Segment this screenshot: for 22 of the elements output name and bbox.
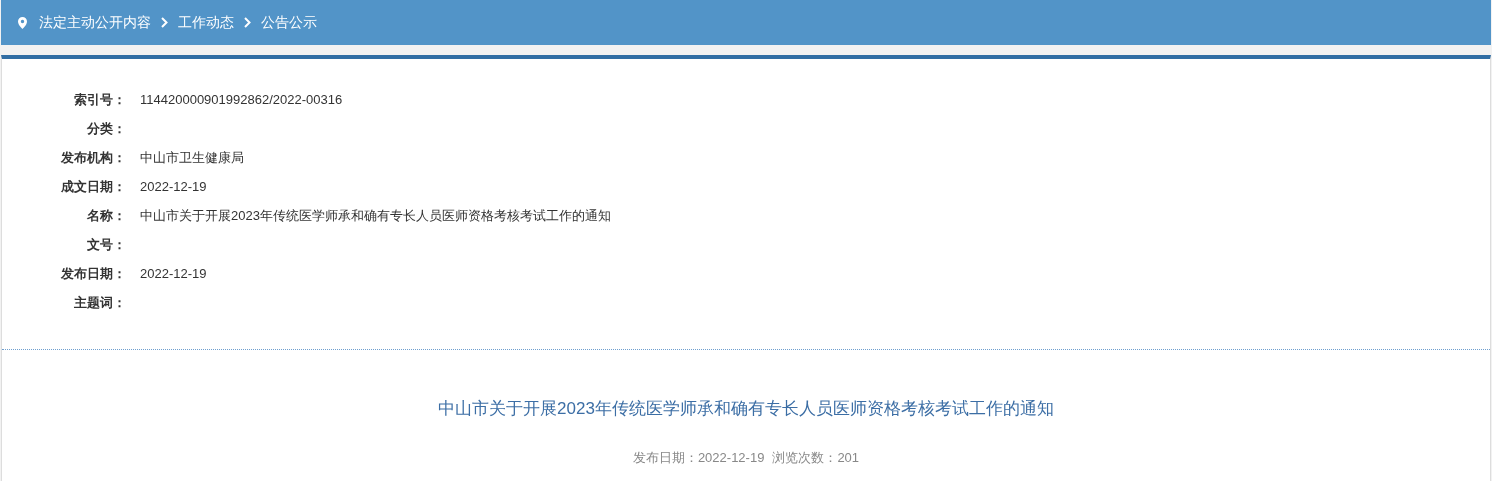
field-label: 发布机构： bbox=[60, 148, 126, 167]
chevron-right-icon bbox=[244, 17, 251, 28]
field-value: 114420000901992862/2022-00316 bbox=[140, 90, 343, 109]
field-label: 发布日期： bbox=[60, 264, 126, 283]
field-value: 中山市关于开展2023年传统医学师承和确有专长人员医师资格考核考试工作的通知 bbox=[140, 206, 611, 225]
field-label: 文号： bbox=[86, 235, 126, 254]
field-label: 主题词： bbox=[73, 293, 126, 312]
article-title: 中山市关于开展2023年传统医学师承和确有专长人员医师资格考核考试工作的通知 bbox=[438, 398, 1054, 420]
breadcrumb-link[interactable]: 公告公示 bbox=[261, 12, 317, 33]
location-pin-icon bbox=[18, 16, 27, 29]
breadcrumb-link[interactable]: 工作动态 bbox=[178, 12, 234, 33]
field-value: 中山市卫生健康局 bbox=[140, 148, 244, 167]
field-label: 索引号： bbox=[73, 90, 126, 109]
field-label: 名称： bbox=[86, 206, 126, 225]
field-label: 分类： bbox=[86, 119, 126, 138]
field-value: 2022-12-19 bbox=[140, 264, 207, 283]
breadcrumb-link[interactable]: 法定主动公开内容 bbox=[39, 12, 151, 33]
chevron-right-icon bbox=[161, 17, 168, 28]
article-meta: 浏览次数：201 bbox=[772, 448, 860, 467]
field-label: 成文日期： bbox=[60, 177, 126, 196]
article-meta: 发布日期：2022-12-19 bbox=[632, 448, 765, 467]
field-value: 2022-12-19 bbox=[140, 177, 207, 196]
